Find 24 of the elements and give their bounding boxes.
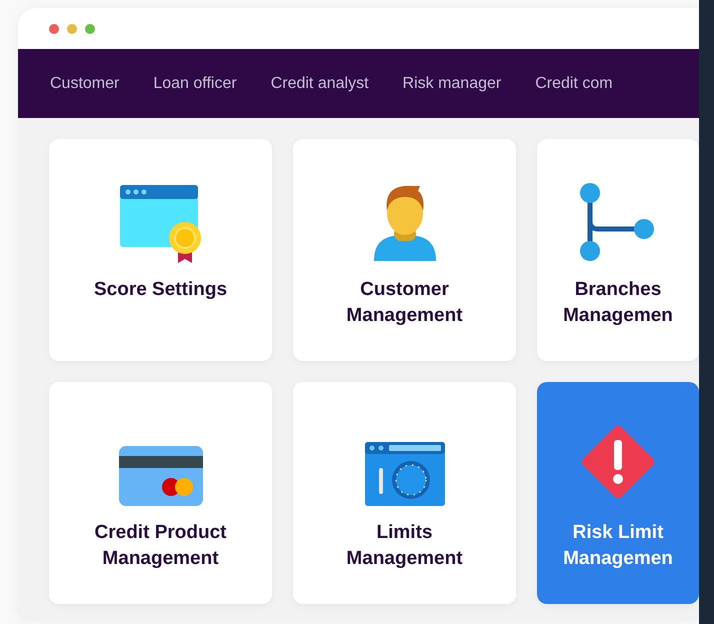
card-title: Risk Limit Managemen [562, 521, 674, 571]
window-control-dot[interactable] [67, 24, 77, 34]
person-icon [372, 183, 438, 263]
card-title: Branches Managemen [562, 278, 674, 328]
nav-tab[interactable]: Credit com [535, 74, 613, 92]
safe-icon [364, 442, 444, 506]
card-title: Limits Management [345, 521, 464, 571]
module-card[interactable]: Branches Managemen [537, 139, 699, 361]
module-card[interactable]: Customer Management [293, 139, 516, 361]
card-title: Score Settings [94, 278, 228, 302]
window-control-dot[interactable] [85, 24, 95, 34]
module-card[interactable]: Score Settings [49, 139, 272, 361]
nav-tab[interactable]: Customer [50, 74, 120, 92]
module-card[interactable]: Credit Product Management [49, 382, 272, 604]
credit-card-icon [118, 446, 202, 506]
card-title: Credit Product Management [94, 521, 228, 571]
module-card[interactable]: Risk Limit Managemen [537, 382, 699, 604]
nav-tab[interactable]: Credit analyst [270, 74, 369, 92]
branch-diagram-icon [580, 183, 656, 263]
card-title: Customer Management [345, 278, 464, 328]
nav-tab[interactable]: Loan officer [153, 74, 237, 92]
module-card[interactable]: Limits Management [293, 382, 516, 604]
window-control-dot[interactable] [49, 24, 59, 34]
nav-tab[interactable]: Risk manager [402, 74, 502, 92]
